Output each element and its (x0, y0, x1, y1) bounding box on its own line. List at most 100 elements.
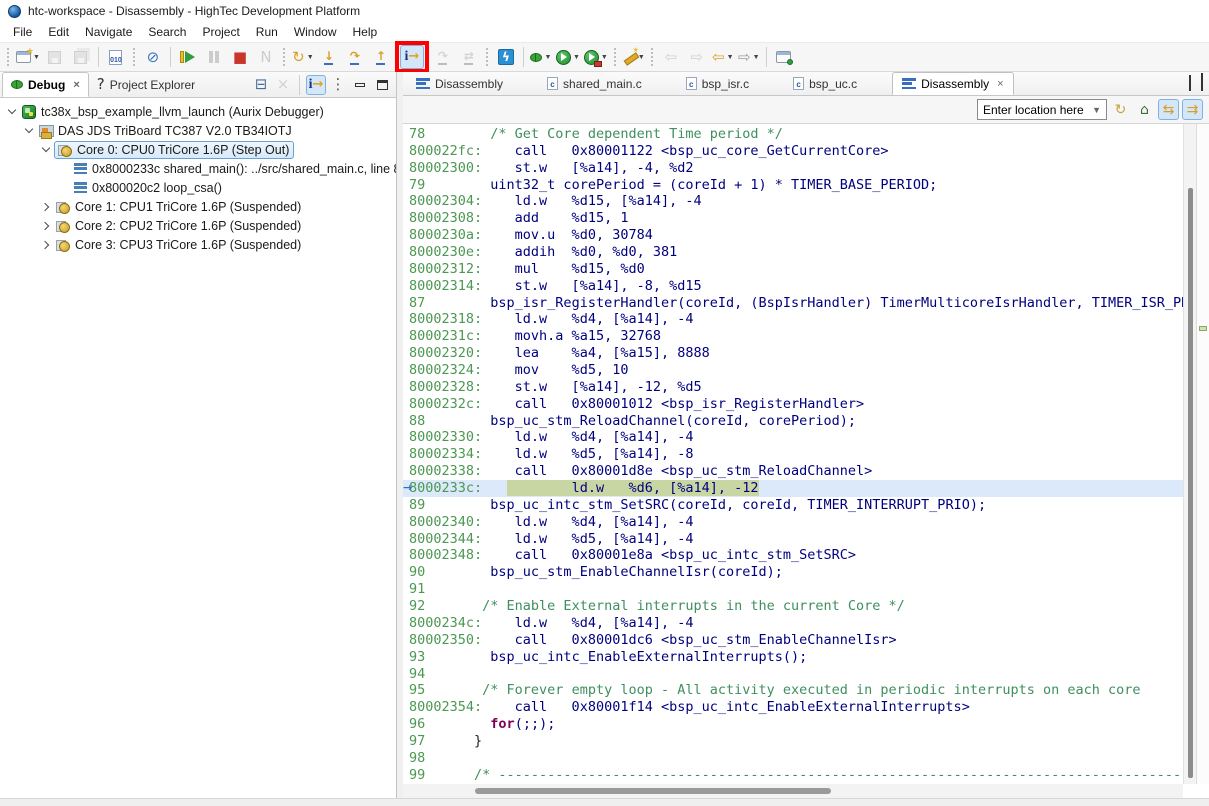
horizontal-scrollbar-thumb[interactable] (475, 788, 831, 794)
source-line[interactable]: 92 /* Enable External interrupts in the … (403, 598, 1183, 615)
collapse-all-button[interactable]: ⊟ (251, 75, 271, 95)
disasm-line[interactable]: 80002314: st.w [%a14], -8, %d15 (403, 278, 1183, 295)
disasm-line[interactable]: 80002330: ld.w %d4, [%a14], -4 (403, 429, 1183, 446)
track-expression-button[interactable]: ⇉ (1182, 99, 1203, 120)
disasm-line[interactable]: 80002334: ld.w %d5, [%a14], -8 (403, 446, 1183, 463)
pin-editor-button[interactable] (772, 45, 796, 69)
disasm-line[interactable]: 80002348: call 0x80001e8a <bsp_uc_intc_s… (403, 547, 1183, 564)
restart-button[interactable]: ↻▼ (291, 45, 315, 69)
source-line[interactable]: 87 bsp_isr_RegisterHandler(coreId, (BspI… (403, 295, 1183, 312)
source-line[interactable]: 79 uint32_t corePeriod = (coreId + 1) * … (403, 177, 1183, 194)
disasm-line[interactable]: 80002340: ld.w %d4, [%a14], -4 (403, 514, 1183, 531)
disasm-line[interactable]: 80002308: add %d15, 1 (403, 210, 1183, 227)
back-button[interactable]: ⇦▼ (711, 45, 735, 69)
remove-all-terminated-button[interactable]: × (273, 75, 293, 95)
tree-item[interactable]: Core 0: CPU0 TriCore 1.6P (Step Out) (0, 140, 396, 159)
tree-item[interactable]: tc38x_bsp_example_llvm_launch (Aurix Deb… (0, 102, 396, 121)
forward-annotation-button[interactable]: ⇨ (685, 45, 709, 69)
view-tab-project-explorer[interactable]: ?Project Explorer (89, 72, 203, 97)
location-combo[interactable]: Enter location here ▼ (977, 99, 1107, 120)
tree-item[interactable]: Core 2: CPU2 TriCore 1.6P (Suspended) (0, 216, 396, 235)
disasm-line[interactable]: 80002312: mul %d15, %d0 (403, 261, 1183, 278)
menu-help[interactable]: Help (345, 23, 386, 41)
resume-button[interactable] (176, 45, 200, 69)
editor-tab-shared_main-c[interactable]: cshared_main.c (538, 72, 651, 95)
source-line[interactable]: 95 /* Forever empty loop - All activity … (403, 682, 1183, 699)
source-line[interactable]: 99 /* ----------------------------------… (403, 767, 1183, 784)
back-annotation-button[interactable]: ⇦ (659, 45, 683, 69)
debug-button[interactable]: ▼ (529, 45, 553, 69)
chevron-collapsed-icon[interactable] (38, 223, 54, 229)
overview-ruler[interactable] (1196, 124, 1209, 784)
editor-tab-disassembly[interactable]: Disassembly× (892, 72, 1013, 95)
source-line[interactable]: 88 bsp_uc_stm_ReloadChannel(coreId, core… (403, 413, 1183, 430)
disasm-line[interactable]: 80002318: ld.w %d4, [%a14], -4 (403, 311, 1183, 328)
source-line[interactable]: 91 (403, 581, 1183, 598)
flash-programming-button[interactable]: ϟ (494, 45, 518, 69)
disasm-line[interactable]: 80002354: call 0x80001f14 <bsp_uc_intc_E… (403, 699, 1183, 716)
skip-all-breakpoints-button[interactable]: ⊘ (141, 45, 165, 69)
editor-tab-bsp_isr-c[interactable]: cbsp_isr.c (677, 72, 758, 95)
vertical-scrollbar[interactable] (1183, 124, 1196, 784)
chevron-expanded-icon[interactable] (4, 110, 20, 113)
tree-item[interactable]: Core 3: CPU3 TriCore 1.6P (Suspended) (0, 235, 396, 254)
disconnect-button[interactable]: N (254, 45, 278, 69)
menu-project[interactable]: Project (194, 23, 247, 41)
menu-navigate[interactable]: Navigate (77, 23, 140, 41)
tree-item[interactable]: 0x800020c2 loop_csa() (0, 178, 396, 197)
minimize-editor-button[interactable] (1189, 76, 1191, 90)
step-over-button[interactable]: ↷ (343, 45, 367, 69)
forward-button[interactable]: ⇨▼ (737, 45, 761, 69)
binary-display-button[interactable]: 010 (104, 45, 128, 69)
view-tab-debug[interactable]: Debug× (2, 72, 89, 97)
terminate-button[interactable]: ■ (228, 45, 252, 69)
instruction-stepping-button[interactable]: i→ (306, 75, 326, 95)
disasm-line[interactable]: 80002350: call 0x80001dc6 <bsp_uc_stm_En… (403, 632, 1183, 649)
source-line[interactable]: 89 bsp_uc_intc_stm_SetSRC(coreId, coreId… (403, 497, 1183, 514)
disasm-line[interactable]: 80002328: st.w [%a14], -12, %d5 (403, 379, 1183, 396)
tree-item[interactable]: DAS JDS TriBoard TC387 V2.0 TB34IOTJ (0, 121, 396, 140)
disasm-line[interactable]: 800022fc: call 0x80001122 <bsp_uc_core_G… (403, 143, 1183, 160)
refresh-view-button[interactable]: ↻ (1110, 99, 1131, 120)
close-icon[interactable]: × (997, 78, 1003, 90)
view-menu-button[interactable]: ⋮ (328, 75, 348, 95)
tree-item[interactable]: 0x8000233c shared_main(): ../src/shared_… (0, 159, 396, 178)
current-instruction-marker[interactable] (1199, 326, 1207, 331)
source-line[interactable]: 90 bsp_uc_stm_EnableChannelIsr(coreId); (403, 564, 1183, 581)
disasm-line[interactable]: 80002300: st.w [%a14], -4, %d2 (403, 160, 1183, 177)
menu-file[interactable]: File (5, 23, 40, 41)
menu-edit[interactable]: Edit (40, 23, 77, 41)
external-tools-button[interactable]: ▼ (622, 45, 646, 69)
instruction-stepping-button[interactable]: i→ (400, 45, 424, 69)
source-line[interactable]: 94 (403, 666, 1183, 683)
editor-tab-bsp_uc-c[interactable]: cbsp_uc.c (784, 72, 866, 95)
save-all-button[interactable] (69, 45, 93, 69)
close-icon[interactable]: × (73, 79, 79, 91)
source-line[interactable]: 93 bsp_uc_intc_EnableExternalInterrupts(… (403, 649, 1183, 666)
maximize-editor-button[interactable] (1201, 76, 1203, 90)
step-into-button[interactable]: ↓ (317, 45, 341, 69)
disasm-line[interactable]: 8000230e: addih %d0, %d0, 381 (403, 244, 1183, 261)
home-button[interactable]: ⌂ (1134, 99, 1155, 120)
disasm-line[interactable]: 80002324: mov %d5, 10 (403, 362, 1183, 379)
chevron-collapsed-icon[interactable] (38, 242, 54, 248)
editor-tab-disassembly[interactable]: Disassembly (407, 72, 512, 95)
menu-window[interactable]: Window (286, 23, 345, 41)
use-step-filters-button[interactable]: ⇄ (457, 45, 481, 69)
run-button[interactable]: ▼ (555, 45, 581, 69)
new-wizard-button[interactable]: ★▼ (15, 45, 41, 69)
source-line[interactable]: 96 for(;;); (403, 716, 1183, 733)
tree-item[interactable]: Core 1: CPU1 TriCore 1.6P (Suspended) (0, 197, 396, 216)
disasm-line[interactable]: 80002304: ld.w %d15, [%a14], -4 (403, 193, 1183, 210)
step-return-button[interactable]: ↑ (369, 45, 393, 69)
source-line[interactable]: 97 } (403, 733, 1183, 750)
vertical-scrollbar-thumb[interactable] (1188, 188, 1193, 778)
disasm-line[interactable]: →8000233c: ld.w %d6, [%a14], -12 (403, 480, 1183, 497)
suspend-button[interactable] (202, 45, 226, 69)
menu-search[interactable]: Search (140, 23, 194, 41)
disasm-line[interactable]: 80002344: ld.w %d5, [%a14], -4 (403, 531, 1183, 548)
source-line[interactable]: 98 (403, 750, 1183, 767)
horizontal-scrollbar[interactable] (403, 784, 1183, 798)
minimize-view-button[interactable] (350, 75, 370, 95)
disasm-line[interactable]: 8000231c: movh.a %a15, 32768 (403, 328, 1183, 345)
